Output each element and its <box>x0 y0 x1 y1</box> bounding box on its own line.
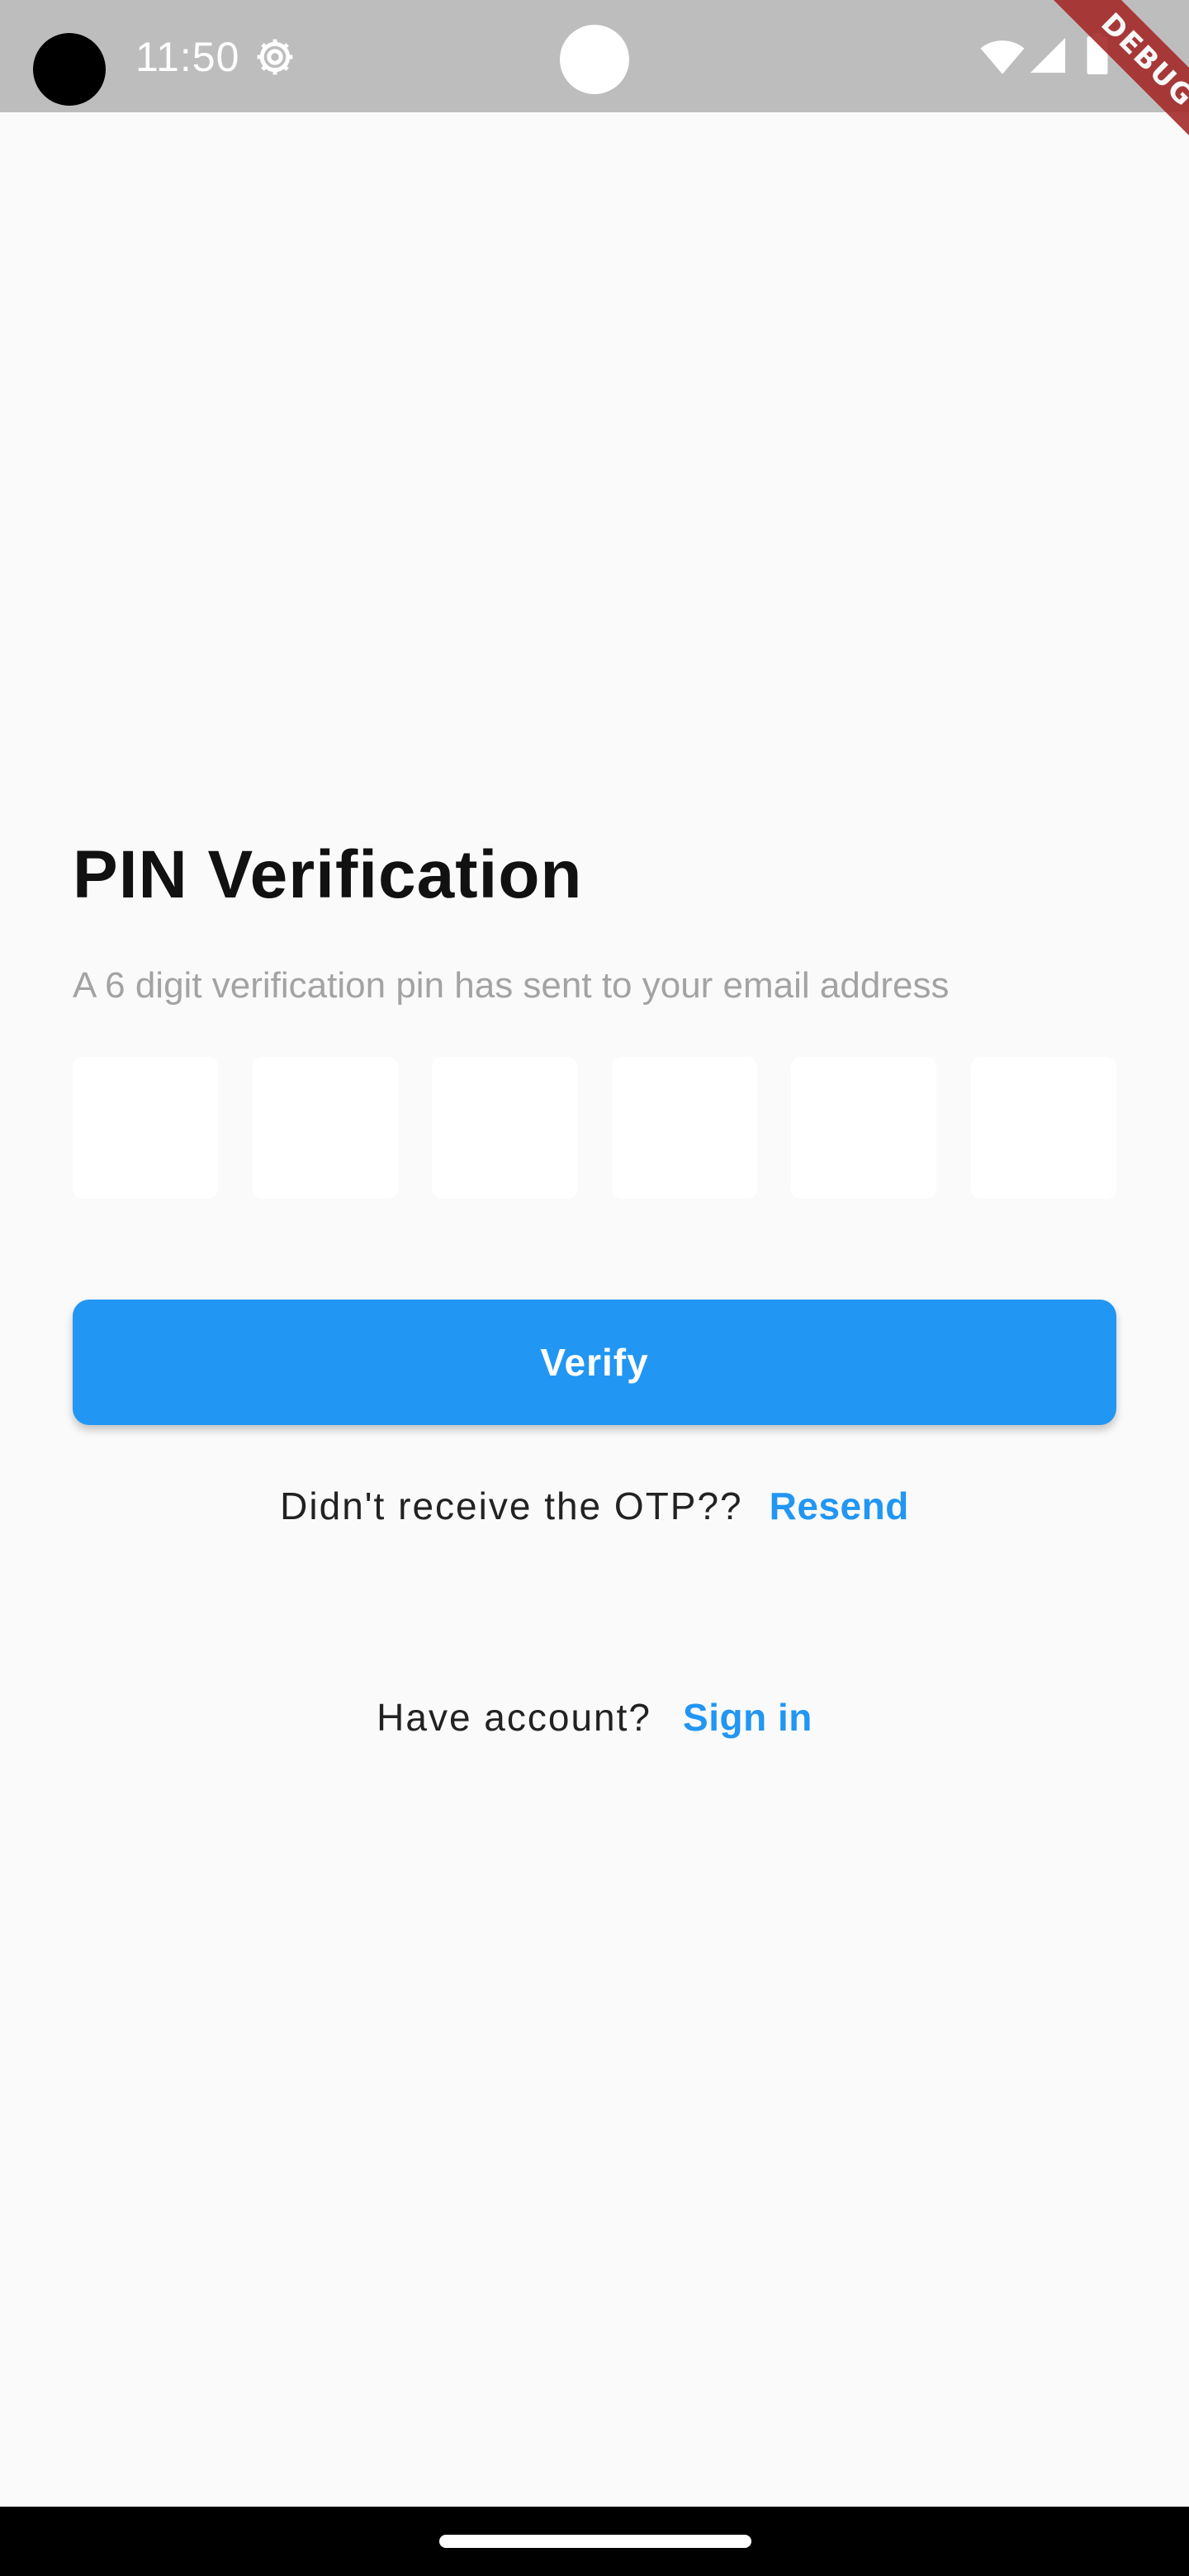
pin-digit-1[interactable] <box>73 1057 218 1199</box>
resend-link[interactable]: Resend <box>770 1484 909 1528</box>
home-gesture-handle[interactable] <box>439 2535 751 2548</box>
pin-digit-3[interactable] <box>432 1057 578 1199</box>
signin-link[interactable]: Sign in <box>683 1695 812 1740</box>
camera-cutout <box>33 33 106 106</box>
status-bar: 11:50 <box>0 0 1189 112</box>
signin-prompt: Have account? <box>377 1696 652 1739</box>
status-time: 11:50 <box>135 34 240 80</box>
pin-digit-2[interactable] <box>252 1057 398 1199</box>
gear-icon <box>257 39 293 75</box>
navigation-bar <box>0 2507 1189 2576</box>
resend-prompt: Didn't receive the OTP?? <box>280 1485 743 1527</box>
resend-row: Didn't receive the OTP?? Resend <box>0 1480 1189 1532</box>
pin-digit-5[interactable] <box>791 1057 937 1199</box>
signin-row: Have account? Sign in <box>0 1691 1189 1744</box>
page-title: PIN Verification <box>73 837 583 912</box>
pin-digit-6[interactable] <box>970 1057 1116 1199</box>
wifi-icon <box>980 40 1025 74</box>
pin-input-row <box>73 1057 1116 1199</box>
verify-button[interactable]: Verify <box>73 1300 1116 1425</box>
front-camera-dot <box>560 25 629 94</box>
pin-digit-4[interactable] <box>611 1057 757 1199</box>
page-subtitle: A 6 digit verification pin has sent to y… <box>73 965 950 1006</box>
cell-signal-icon <box>1030 37 1066 73</box>
